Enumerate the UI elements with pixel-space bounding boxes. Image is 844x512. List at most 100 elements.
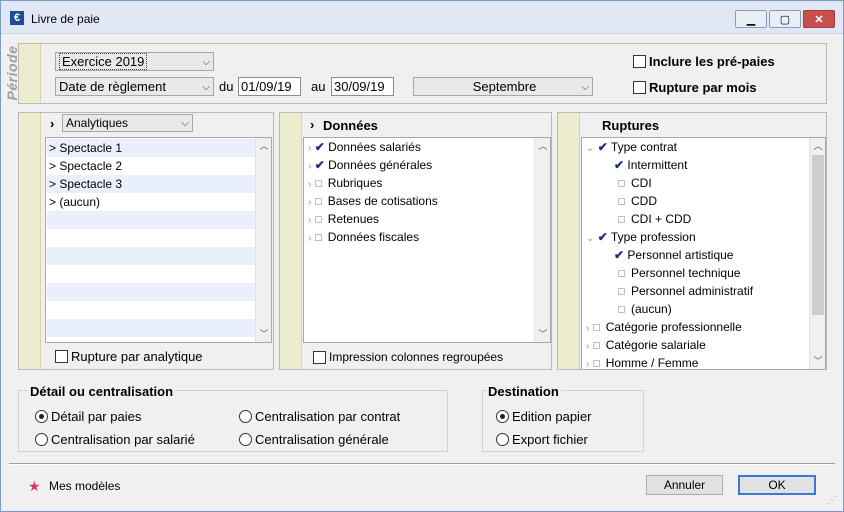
tree-item[interactable]: ✔ Personnel artistique [614, 246, 733, 264]
unchecked-box-icon [592, 324, 600, 332]
date-type-select[interactable]: Date de règlement ⌵ [55, 77, 214, 96]
mes-modeles-link[interactable]: Mes modèles [49, 479, 120, 493]
chevron-down-icon: ⌵ [181, 118, 189, 129]
detail-option-label: Centralisation par contrat [255, 409, 401, 424]
tree-item[interactable]: ✔ Intermittent [614, 156, 687, 174]
list-item[interactable]: › ✔ Données générales [308, 156, 432, 174]
maximize-button[interactable]: ▢ [769, 10, 801, 28]
tree-item[interactable]: CDI [618, 174, 652, 192]
scroll-thumb[interactable] [812, 155, 824, 315]
exercice-value: Exercice 2019 [59, 53, 148, 70]
detail-option-label: Centralisation générale [255, 432, 389, 447]
tree-item[interactable]: Personnel administratif [618, 282, 753, 300]
annuler-button[interactable]: Annuler [646, 475, 723, 495]
scroll-down-icon[interactable]: ﹀ [256, 326, 271, 342]
ok-button[interactable]: OK [738, 475, 816, 495]
destination-title: Destination [486, 384, 561, 399]
analytique-list[interactable]: > Spectacle 1 > Spectacle 2 > Spectacle … [45, 137, 272, 343]
scroll-down-icon[interactable]: ﹀ [810, 353, 825, 369]
minimize-button[interactable]: ▁ [735, 10, 767, 28]
ruptures-item-label: Type profession [610, 230, 696, 244]
scroll-up-icon[interactable]: ︿ [256, 138, 271, 154]
list-item[interactable]: > Spectacle 1 [47, 139, 255, 157]
tree-item[interactable]: CDD [618, 192, 657, 210]
tree-item[interactable]: › Catégorie professionnelle [586, 318, 742, 336]
date-du-input[interactable]: 01/09/19 [238, 77, 301, 96]
inclure-prepaies-checkbox[interactable] [633, 55, 646, 68]
tree-item[interactable]: ⌄ ✔ Type contrat [586, 138, 677, 156]
list-item [47, 283, 255, 301]
list-item[interactable]: > Spectacle 3 [47, 175, 255, 193]
edition-papier-radio[interactable] [496, 410, 509, 423]
detail-option-label: Détail par paies [51, 409, 142, 424]
chevron-right-icon: › [308, 197, 312, 208]
list-item [47, 247, 255, 265]
donnees-item-label: Données salariés [328, 140, 421, 154]
date-au-input[interactable]: 30/09/19 [331, 77, 394, 96]
scroll-down-icon[interactable]: ﹀ [535, 326, 550, 342]
analytique-expander[interactable]: › [50, 116, 54, 131]
chevron-right-icon: › [586, 341, 590, 352]
chevron-right-icon: › [308, 179, 312, 190]
analytique-select[interactable]: Analytiques ⌵ [62, 114, 193, 132]
ruptures-item-label: (aucun) [631, 302, 672, 316]
unchecked-box-icon [314, 234, 322, 242]
unchecked-box-icon [592, 360, 600, 368]
maximize-icon: ▢ [779, 13, 791, 26]
tree-item[interactable]: (aucun) [618, 300, 672, 318]
periode-label: Période [4, 45, 20, 101]
centralisation-contrat-radio[interactable] [239, 410, 252, 423]
list-item[interactable]: › Retenues [308, 210, 379, 228]
tree-item[interactable]: ⌄ ✔ Type profession [586, 228, 696, 246]
detail-par-paies-radio[interactable] [35, 410, 48, 423]
chevron-down-icon: ⌄ [586, 143, 595, 154]
centralisation-generale-radio[interactable] [239, 433, 252, 446]
unchecked-box-icon [592, 342, 600, 350]
destination-option-label: Export fichier [512, 432, 588, 447]
ruptures-strip [558, 113, 580, 369]
check-icon: ✔ [314, 158, 325, 172]
ruptures-list[interactable]: ⌄ ✔ Type contrat ✔ Intermittent CDI CDD … [581, 137, 826, 370]
chevron-right-icon: › [308, 143, 312, 154]
check-icon: ✔ [597, 230, 608, 244]
periode-strip [19, 44, 41, 102]
close-icon: ✕ [814, 13, 824, 26]
donnees-scrollbar[interactable]: ︿ ﹀ [534, 138, 550, 342]
centralisation-salarie-radio[interactable] [35, 433, 48, 446]
check-icon: ✔ [597, 140, 608, 154]
donnees-list[interactable]: › ✔ Données salariés › ✔ Données général… [303, 137, 551, 343]
list-item [47, 319, 255, 337]
ruptures-item-label: Catégorie salariale [605, 338, 706, 352]
list-item[interactable]: › Rubriques [308, 174, 382, 192]
ruptures-scrollbar[interactable]: ︿ ﹀ [809, 138, 825, 369]
mois-select[interactable]: Septembre ⌵ [413, 77, 593, 96]
unchecked-box-icon [618, 198, 625, 206]
chevron-down-icon: ⌵ [202, 57, 210, 68]
tree-item[interactable]: Personnel technique [618, 264, 740, 282]
rupture-analytique-checkbox[interactable] [55, 350, 68, 363]
analytique-scrollbar[interactable]: ︿ ﹀ [255, 138, 271, 342]
list-item[interactable]: › Bases de cotisations [308, 192, 438, 210]
list-item[interactable]: › ✔ Données salariés [308, 138, 421, 156]
list-item[interactable]: > Spectacle 2 [47, 157, 255, 175]
donnees-item-label: Retenues [327, 212, 380, 226]
detail-title: Détail ou centralisation [28, 384, 176, 399]
tree-item[interactable]: CDI + CDD [618, 210, 691, 228]
tree-item[interactable]: › Catégorie salariale [586, 336, 706, 354]
export-fichier-radio[interactable] [496, 433, 509, 446]
analytique-strip [19, 113, 41, 369]
list-item[interactable]: › Données fiscales [308, 228, 419, 246]
rupture-mois-checkbox[interactable] [633, 81, 646, 94]
detail-option-label: Centralisation par salarié [51, 432, 195, 447]
ruptures-item-label: Type contrat [610, 140, 677, 154]
scroll-up-icon[interactable]: ︿ [535, 138, 550, 154]
resize-grip-icon[interactable]: ⋰ [827, 495, 837, 506]
scroll-up-icon[interactable]: ︿ [810, 138, 825, 154]
impression-colonnes-checkbox[interactable] [313, 351, 326, 364]
donnees-expander[interactable]: › [310, 117, 314, 132]
tree-item[interactable]: › Homme / Femme [586, 354, 698, 369]
exercice-select[interactable]: Exercice 2019 ⌵ [55, 52, 214, 71]
list-item[interactable]: > (aucun) [47, 193, 255, 211]
unchecked-box-icon [314, 216, 322, 224]
close-button[interactable]: ✕ [803, 10, 835, 28]
